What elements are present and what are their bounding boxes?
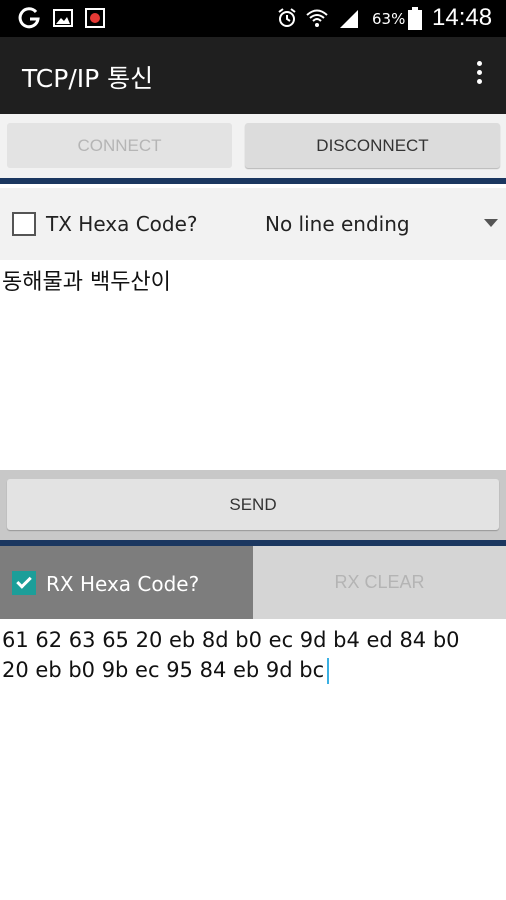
battery-icon bbox=[408, 7, 422, 30]
alarm-icon bbox=[278, 8, 296, 27]
text-cursor bbox=[327, 658, 330, 684]
connection-row: CONNECT DISCONNECT bbox=[0, 114, 506, 178]
tx-hex-checkbox[interactable] bbox=[12, 212, 36, 236]
rx-options-row: RX Hexa Code? RX CLEAR bbox=[0, 546, 506, 619]
rx-hex-checkbox[interactable] bbox=[12, 571, 36, 595]
action-bar: TCP/IP 통신 bbox=[0, 37, 506, 114]
send-row: SEND bbox=[0, 470, 506, 540]
tx-hex-label[interactable]: TX Hexa Code? bbox=[46, 212, 198, 236]
send-button[interactable]: SEND bbox=[7, 479, 499, 530]
image-icon bbox=[53, 9, 73, 27]
rx-hex-toggle-area[interactable]: RX Hexa Code? bbox=[0, 546, 253, 619]
connect-button[interactable]: CONNECT bbox=[7, 123, 232, 168]
battery-percent: 63% bbox=[372, 10, 406, 28]
line-ending-select[interactable]: No line ending bbox=[265, 212, 410, 236]
app-title: TCP/IP 통신 bbox=[22, 64, 154, 93]
tx-options-row: TX Hexa Code? No line ending bbox=[0, 188, 506, 260]
record-icon bbox=[85, 8, 105, 28]
rx-line: 20 eb b0 9b ec 95 84 eb 9d bc bbox=[2, 658, 325, 682]
section-divider bbox=[0, 178, 506, 184]
overflow-menu-icon[interactable] bbox=[474, 61, 484, 91]
rx-clear-button[interactable]: RX CLEAR bbox=[253, 546, 506, 619]
signal-icon bbox=[340, 10, 358, 28]
dropdown-arrow-icon[interactable] bbox=[484, 219, 498, 227]
disconnect-button[interactable]: DISCONNECT bbox=[245, 123, 500, 168]
rx-line: 61 62 63 65 20 eb 8d b0 ec 9d b4 ed 84 b… bbox=[2, 628, 460, 652]
rx-line-with-cursor: 20 eb b0 9b ec 95 84 eb 9d bc bbox=[2, 655, 504, 685]
rx-hex-label[interactable]: RX Hexa Code? bbox=[46, 572, 199, 596]
status-bar: 63% 14:48 bbox=[0, 0, 506, 37]
tx-text-input[interactable]: 동해물과 백두산이 bbox=[0, 262, 506, 470]
wifi-icon bbox=[306, 9, 328, 27]
rx-text-area[interactable]: 61 62 63 65 20 eb 8d b0 ec 9d b4 ed 84 b… bbox=[0, 621, 506, 900]
clock-time: 14:48 bbox=[432, 4, 493, 31]
g-icon bbox=[18, 7, 40, 29]
